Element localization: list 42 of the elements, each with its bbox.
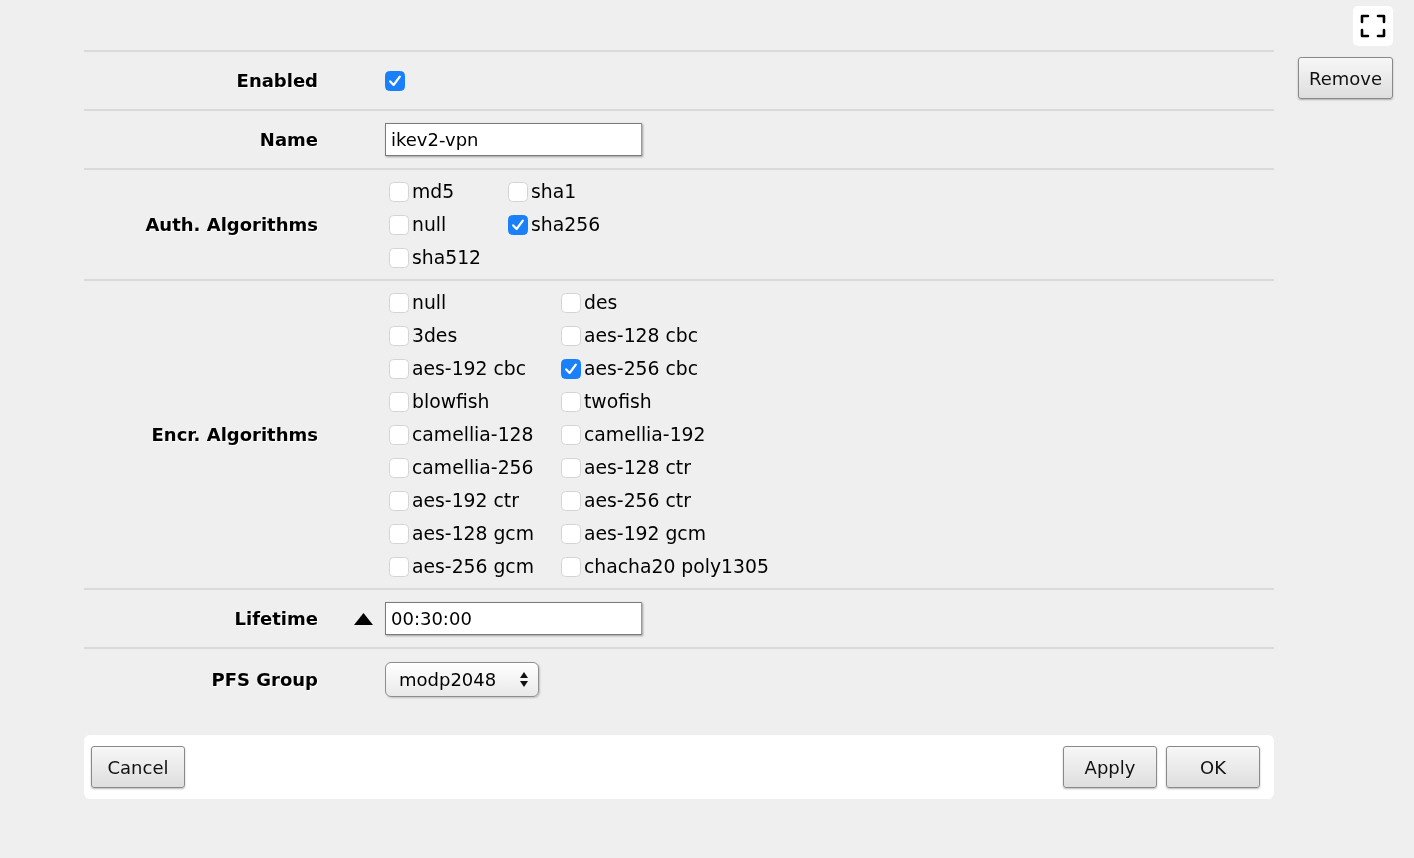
checkbox-label[interactable]: sha256 [531, 214, 601, 235]
checkbox-label[interactable]: aes-256 ctr [584, 490, 691, 511]
field-label: Name [259, 129, 318, 150]
checkbox-label[interactable]: chacha20 poly1305 [584, 556, 769, 577]
checkbox-label[interactable]: sha512 [412, 247, 482, 268]
text-field[interactable]: ikev2-vpn [385, 123, 642, 156]
checkbox-label[interactable]: camellia-128 [412, 424, 534, 445]
cancel-button[interactable]: Cancel [91, 746, 185, 788]
field-label: Encr. Algorithms [151, 424, 318, 445]
up-triangle-icon[interactable] [354, 612, 373, 625]
apply-button[interactable]: Apply [1063, 746, 1157, 788]
checkbox-label[interactable]: des [584, 292, 618, 313]
ok-button[interactable]: OK [1166, 746, 1260, 788]
checkbox-label[interactable]: twofish [584, 391, 652, 412]
checkbox-label[interactable]: blowfish [412, 391, 490, 412]
checkbox-label[interactable]: aes-128 gcm [412, 523, 534, 544]
checkbox[interactable] [561, 358, 581, 379]
remove-button[interactable]: Remove [1297, 57, 1393, 99]
checkbox-label[interactable]: aes-256 cbc [584, 358, 699, 379]
checkbox-label[interactable]: camellia-192 [584, 424, 706, 445]
checkbox-label[interactable]: aes-192 ctr [412, 490, 519, 511]
checkbox[interactable] [508, 214, 529, 235]
checkbox-label[interactable]: 3des [412, 325, 458, 346]
dropdown[interactable]: modp2048 [385, 661, 539, 697]
checkbox-label[interactable]: aes-256 gcm [412, 556, 534, 577]
checkbox-label[interactable]: aes-192 gcm [584, 523, 706, 544]
field-label: Auth. Algorithms [145, 214, 318, 235]
checkbox[interactable] [385, 70, 405, 91]
field-label: PFS Group [211, 668, 318, 690]
checkbox-label[interactable]: null [412, 292, 447, 313]
checkbox-label[interactable]: aes-128 ctr [584, 457, 691, 478]
field-label: Enabled [236, 70, 318, 91]
checkbox-label[interactable]: camellia-256 [412, 457, 534, 478]
checkbox-label[interactable]: null [412, 214, 447, 235]
fullscreen-icon[interactable] [1353, 6, 1393, 46]
text-field[interactable]: 00:30:00 [385, 602, 642, 635]
field-label: Lifetime [234, 608, 318, 629]
checkbox-label[interactable]: sha1 [531, 181, 577, 202]
checkbox-label[interactable]: aes-128 cbc [584, 325, 699, 346]
checkbox-label[interactable]: md5 [412, 181, 455, 202]
updown-arrows-icon [520, 671, 528, 687]
checkbox-label[interactable]: aes-192 cbc [412, 358, 527, 379]
